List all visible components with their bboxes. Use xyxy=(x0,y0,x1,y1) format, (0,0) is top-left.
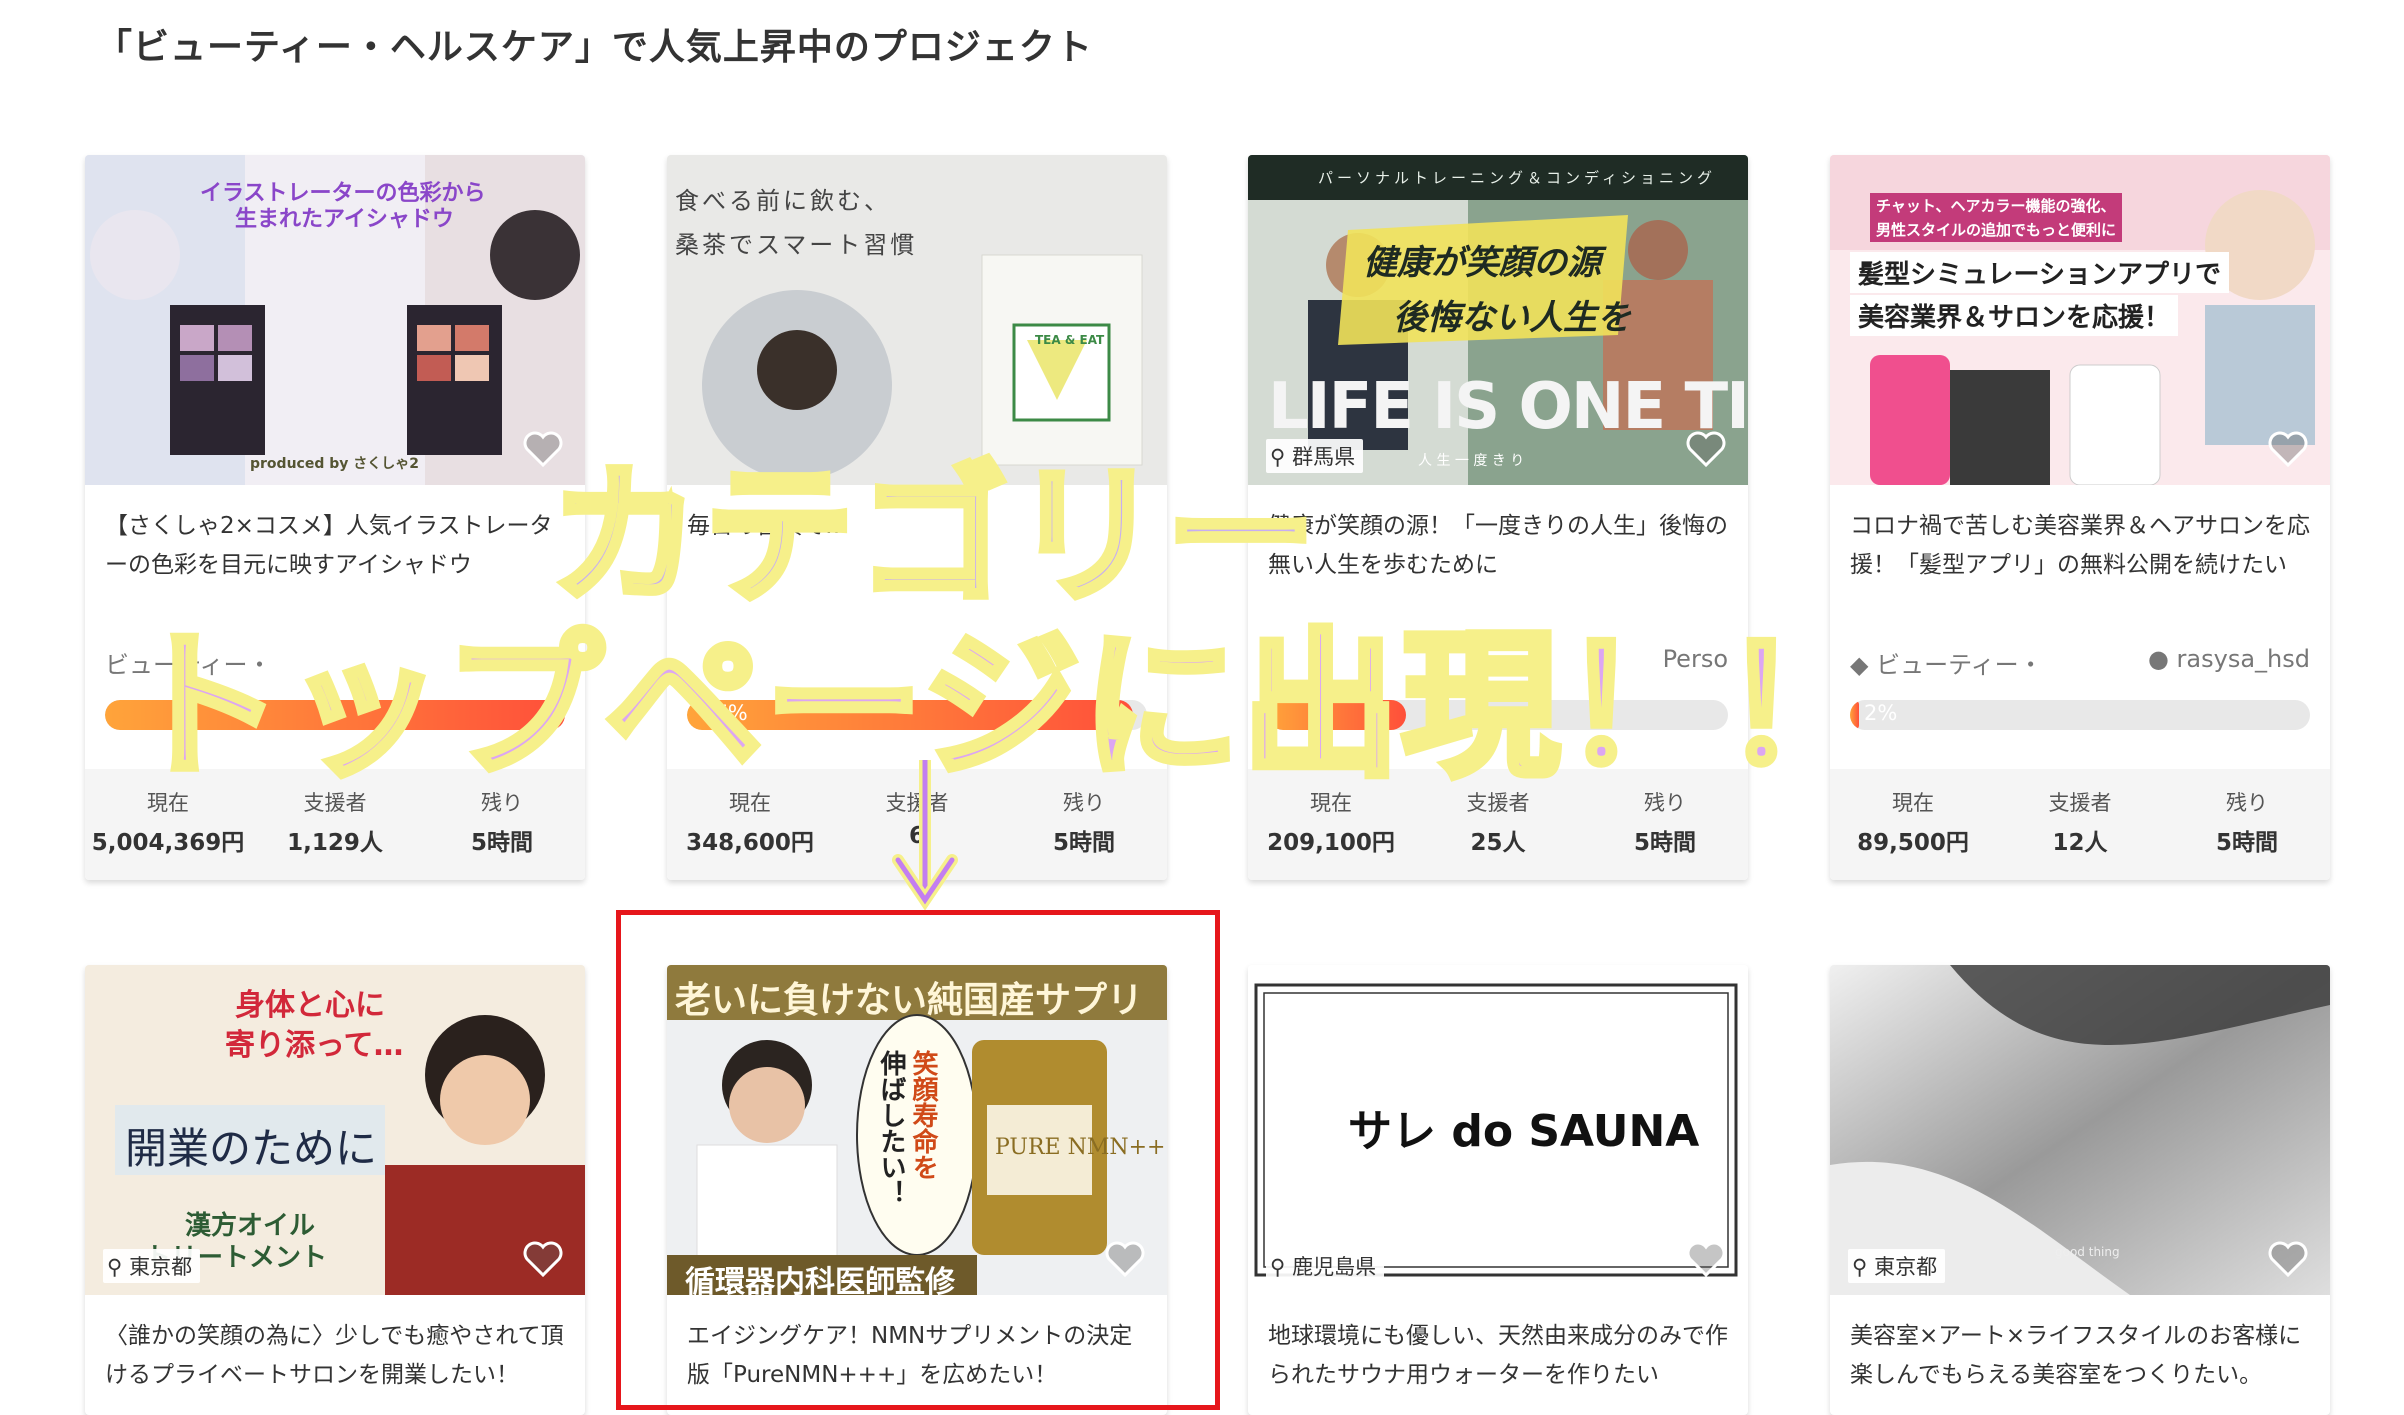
owner-text: rasysa_hsd xyxy=(2176,645,2310,673)
card-title[interactable]: 美容室×アート×ライフスタイルのお客様に楽しんでもらえる美容室をつくりたい。 xyxy=(1850,1317,2310,1395)
location-pin-icon: ⚲ xyxy=(107,1255,123,1279)
card-thumbnail[interactable]: パーソナルトレーニング＆コンディショニング 健康が笑顔の源 後悔ない人生を LI… xyxy=(1248,155,1748,485)
thumb-caption: 男性スタイルの追加でもっと便利に xyxy=(1870,217,2123,242)
heart-icon[interactable] xyxy=(2268,431,2308,471)
card-title[interactable]: 健康が笑顔の源！「一度きりの人生」後悔の無い人生を歩むために xyxy=(1268,507,1728,585)
thumb-caption: LIFE IS ONE TIME xyxy=(1268,370,1748,444)
project-card-8[interactable]: good thing ⚲ 東京都 美容室×アート×ライフスタイルのお客様に楽しん… xyxy=(1830,965,2330,1415)
thumb-caption: 開業のために xyxy=(125,1124,378,1173)
stat-label: 残り xyxy=(2226,791,2268,815)
thumb-caption: 生まれたアイシャドウ xyxy=(235,207,454,232)
stat-remaining: 5時間 xyxy=(1633,830,1696,856)
card-thumbnail[interactable]: サレ do SAUNA ⚲ 鹿児島県 xyxy=(1248,965,1748,1295)
thumb-caption: 寄り添って… xyxy=(225,1028,404,1063)
thumb-caption: 美容業界＆サロンを応援！ xyxy=(1850,295,2179,336)
location-badge: ⚲ 東京都 xyxy=(103,1249,201,1283)
stat-current: 348,600円 xyxy=(686,830,814,856)
stat-remaining: 5時間 xyxy=(470,830,533,856)
category-text: ビューティー・ xyxy=(1876,651,2043,679)
overlay-caption-line-2: トップページに出現！！ xyxy=(122,612,1884,803)
highlight-box xyxy=(616,910,1220,1410)
stat-remaining: 5時間 xyxy=(1052,830,1115,856)
thumb-caption: produced by さくしゃ2 xyxy=(250,456,419,472)
project-card-7[interactable]: サレ do SAUNA ⚲ 鹿児島県 地球環境にも優しい、天然由来成分のみで作ら… xyxy=(1248,965,1748,1415)
card-thumbnail[interactable]: イラストレーターの色彩から 生まれたアイシャドウ produced by さくし… xyxy=(85,155,585,485)
down-arrow-icon xyxy=(890,760,960,914)
thumb-caption: 桑茶でスマート習慣 xyxy=(675,231,918,259)
progress-bar: 2% xyxy=(1850,700,2310,730)
stat-current: 209,100円 xyxy=(1267,830,1395,856)
card-thumbnail[interactable]: チャット、ヘアカラー機能の強化、 男性スタイルの追加でもっと便利に 髪型シミュレ… xyxy=(1830,155,2330,485)
card-thumbnail[interactable]: 身体と心に 寄り添って… 開業のために 漢方オイル トリートメント ⚲ 東京都 xyxy=(85,965,585,1295)
thumb-caption: 健康が笑顔の源 xyxy=(1363,243,1601,283)
stat-current: 89,500円 xyxy=(1857,830,1969,856)
heart-icon[interactable] xyxy=(1686,1241,1726,1281)
location-label: 鹿児島県 xyxy=(1292,1255,1377,1279)
thumb-caption: 食べる前に飲む、 xyxy=(675,187,891,215)
project-card-5[interactable]: 身体と心に 寄り添って… 開業のために 漢方オイル トリートメント ⚲ 東京都 … xyxy=(85,965,585,1415)
location-pin-icon: ⚲ xyxy=(1270,1255,1286,1279)
location-label: 東京都 xyxy=(1874,1255,1938,1279)
thumb-caption: サレ do SAUNA xyxy=(1348,1106,1700,1157)
location-pin-icon: ⚲ xyxy=(1852,1255,1868,1279)
stat-supporters: 1,129人 xyxy=(287,830,383,856)
thumb-caption: 髪型シミュレーションアプリで xyxy=(1850,252,2229,293)
heart-icon[interactable] xyxy=(1686,431,1726,471)
card-title[interactable]: 【さくしゃ2×コスメ】人気イラストレーターの色彩を目元に映すアイシャドウ xyxy=(105,507,565,585)
stat-label: 支援者 xyxy=(2048,791,2112,815)
stat-remaining: 5時間 xyxy=(2215,830,2278,856)
stat-supporters: 25人 xyxy=(1470,830,1526,856)
location-badge: ⚲ 鹿児島県 xyxy=(1266,1249,1385,1283)
thumb-caption: 身体と心に xyxy=(235,988,385,1023)
card-thumbnail[interactable]: good thing ⚲ 東京都 xyxy=(1830,965,2330,1295)
owner-label[interactable]: ● rasysa_hsd xyxy=(2148,645,2310,673)
thumb-caption: TEA & EAT xyxy=(1035,333,1105,347)
thumb-caption: パーソナルトレーニング＆コンディショニング xyxy=(1318,169,1716,187)
card-stats: 現在 89,500円 支援者 12人 残り 5時間 xyxy=(1830,769,2330,880)
stat-current: 5,004,369円 xyxy=(91,830,245,856)
card-title[interactable]: 〈誰かの笑顔の為に〉少しでも癒やされて頂けるプライベートサロンを開業したい！ xyxy=(105,1317,565,1395)
card-meta: ◆ ビューティー・ ● rasysa_hsd xyxy=(1850,645,2310,679)
section-title: 「ビューティー・ヘルスケア」で人気上昇中のプロジェクト xyxy=(96,27,1093,68)
thumb-caption: チャット、ヘアカラー機能の強化、 xyxy=(1870,193,2122,218)
thumb-caption: 後悔ない人生を xyxy=(1393,298,1631,338)
heart-icon[interactable] xyxy=(523,1241,563,1281)
card-title[interactable]: 地球環境にも優しい、天然由来成分のみで作られたサウナ用ウォーターを作りたい xyxy=(1268,1317,1728,1395)
card-title[interactable]: コロナ禍で苦しむ美容業界＆ヘアサロンを応援！「髪型アプリ」の無料公開を続けたい xyxy=(1850,507,2310,585)
stat-supporters: 12人 xyxy=(2052,830,2108,856)
project-card-4[interactable]: チャット、ヘアカラー機能の強化、 男性スタイルの追加でもっと便利に 髪型シミュレ… xyxy=(1830,155,2330,880)
location-badge: ⚲ 東京都 xyxy=(1848,1249,1946,1283)
thumb-caption: 人 生 一 度 き り xyxy=(1418,453,1525,469)
user-icon: ● xyxy=(2147,645,2169,673)
heart-icon[interactable] xyxy=(2268,1241,2308,1281)
thumb-caption: good thing xyxy=(2055,1245,2120,1259)
location-label: 東京都 xyxy=(129,1255,193,1279)
